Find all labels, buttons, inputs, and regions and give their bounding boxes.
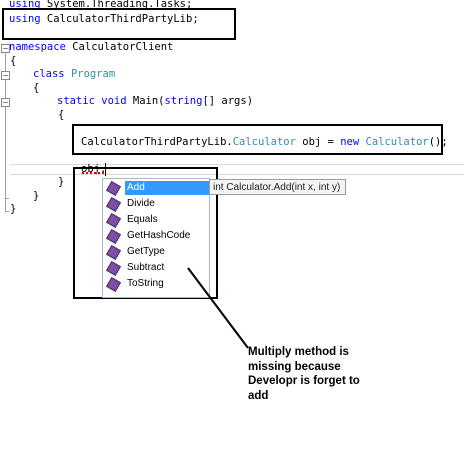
annotation-arrow	[187, 267, 249, 349]
annotation-line: Multiply method is	[248, 346, 349, 358]
annotation-line: add	[248, 389, 269, 402]
annotation-note: Multiply method is missing because Devel…	[248, 345, 378, 403]
annotation-line: Developr is forget to	[248, 375, 360, 387]
annotation-line: missing because	[248, 360, 341, 373]
